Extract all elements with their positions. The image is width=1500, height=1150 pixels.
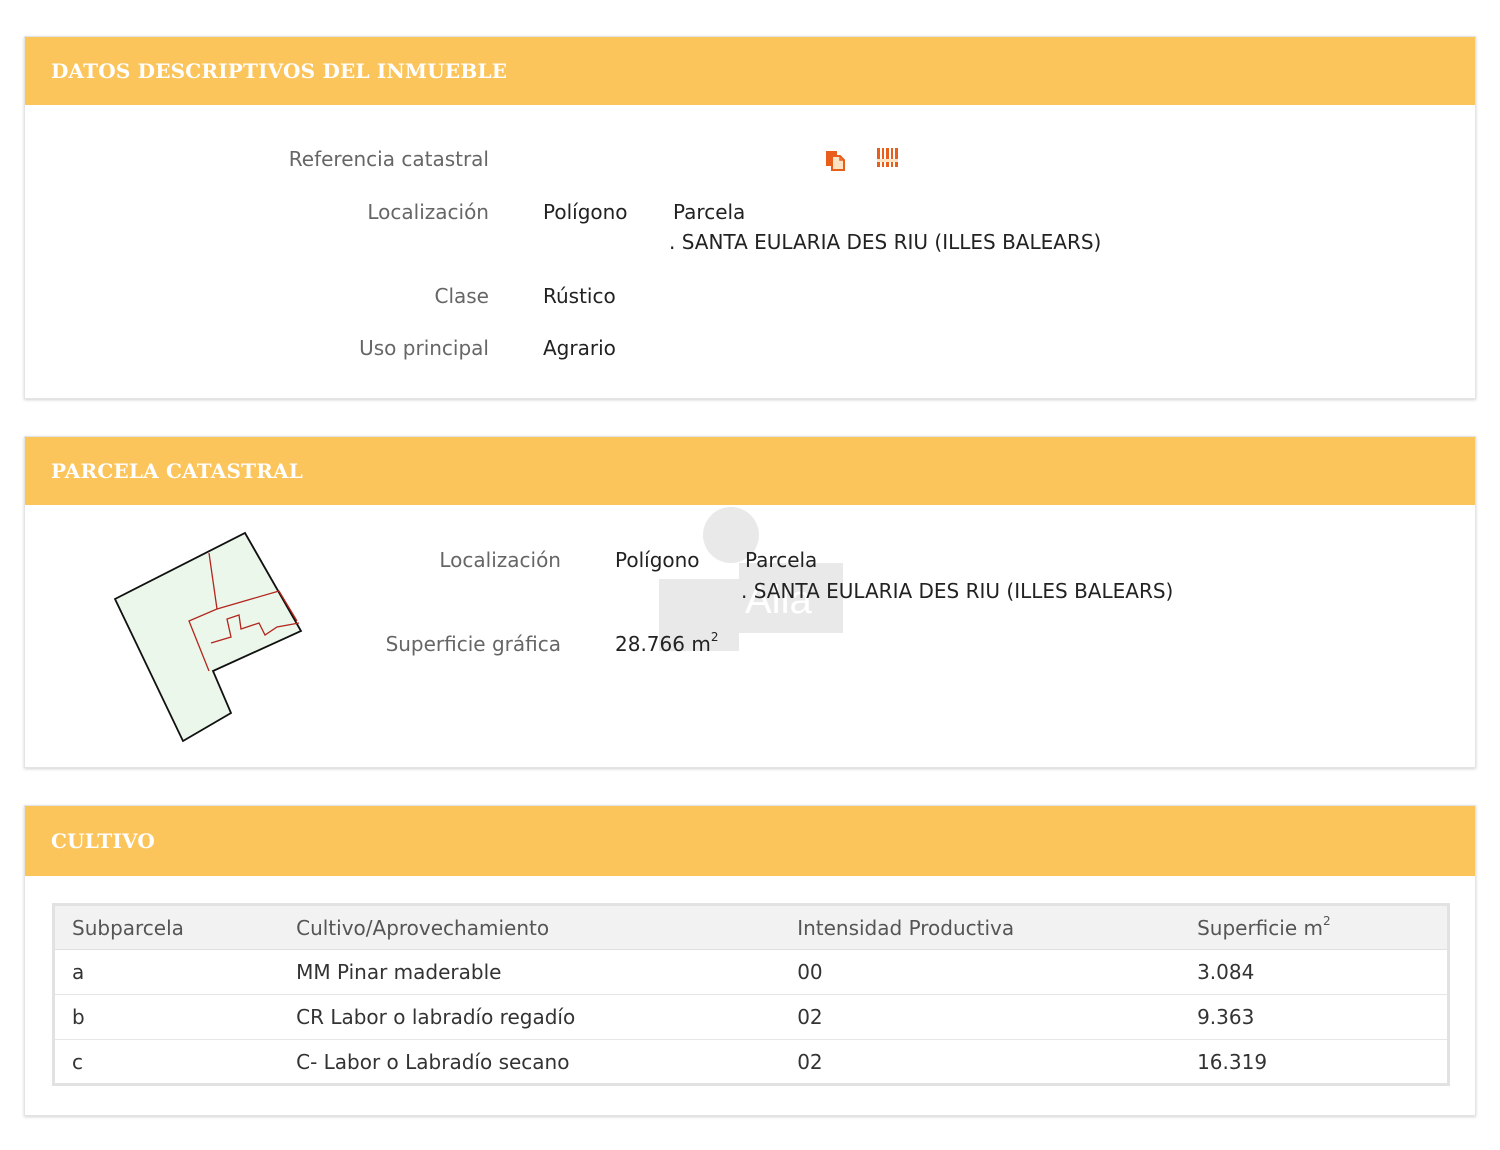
- superficie-number: 28.766 m: [615, 632, 711, 656]
- cell-intensidad: 00: [780, 949, 1181, 995]
- datos-descriptivos-header: DATOS DESCRIPTIVOS DEL INMUEBLE: [25, 37, 1475, 105]
- cell-superficie: 9.363: [1180, 994, 1449, 1040]
- cell-cultivo: C- Labor o Labradío secano: [279, 1039, 781, 1085]
- municipio-value: . SANTA EULARIA DES RIU (ILLES BALEARS): [741, 579, 1174, 603]
- panel-title: DATOS DESCRIPTIVOS DEL INMUEBLE: [51, 59, 508, 83]
- superficie-grafica-value: 28.766 m2: [615, 630, 719, 656]
- cell-superficie: 3.084: [1180, 949, 1449, 995]
- table-row: a MM Pinar maderable 00 3.084: [53, 949, 1449, 995]
- header-cultivo: Cultivo/Aprovechamiento: [279, 904, 781, 950]
- datos-descriptivos-panel: DATOS DESCRIPTIVOS DEL INMUEBLE Referenc…: [24, 36, 1476, 399]
- cell-subparcela: b: [53, 994, 280, 1040]
- cell-cultivo: CR Labor o labradío regadío: [279, 994, 781, 1040]
- header-superficie-label: Superficie m: [1197, 915, 1323, 940]
- poligono-value: Polígono: [615, 548, 700, 572]
- barcode-icon[interactable]: [875, 145, 901, 171]
- cell-intensidad: 02: [780, 1039, 1181, 1085]
- cell-intensidad: 02: [780, 994, 1181, 1040]
- cell-cultivo: MM Pinar maderable: [279, 949, 781, 995]
- superficie-grafica-label: Superficie gráfica: [385, 632, 561, 656]
- clase-label: Clase: [434, 284, 489, 308]
- parcela-catastral-header: PARCELA CATASTRAL: [25, 437, 1475, 505]
- localizacion-label: Localización: [439, 548, 561, 572]
- poligono-value: Polígono: [543, 200, 628, 224]
- header-superficie: Superficie m2: [1180, 904, 1449, 950]
- header-intensidad: Intensidad Productiva: [780, 904, 1181, 950]
- referencia-catastral-label: Referencia catastral: [288, 147, 489, 171]
- header-subparcela: Subparcela: [53, 904, 280, 950]
- uso-principal-value: Agrario: [543, 336, 616, 360]
- cultivo-table: Subparcela Cultivo/Aprovechamiento Inten…: [52, 903, 1450, 1086]
- cell-subparcela: c: [53, 1039, 280, 1085]
- watermark-logo: Alla: [659, 507, 843, 651]
- header-superficie-superscript: 2: [1322, 913, 1331, 928]
- superficie-unit-superscript: 2: [710, 630, 719, 645]
- panel-title: PARCELA CATASTRAL: [51, 459, 304, 483]
- uso-principal-label: Uso principal: [359, 336, 489, 360]
- cultivo-header: CULTIVO: [25, 806, 1475, 876]
- municipio-value: . SANTA EULARIA DES RIU (ILLES BALEARS): [669, 230, 1102, 254]
- table-row: c C- Labor o Labradío secano 02 16.319: [53, 1039, 1449, 1085]
- cultivo-panel: CULTIVO Subparcela Cultivo/Aprovechamien…: [24, 805, 1476, 1116]
- parcel-map-image: [113, 531, 303, 743]
- table-row: b CR Labor o labradío regadío 02 9.363: [53, 994, 1449, 1040]
- panel-title: CULTIVO: [51, 829, 156, 853]
- clase-value: Rústico: [543, 284, 616, 308]
- parcela-value: Parcela: [745, 548, 818, 572]
- copy-icon[interactable]: [823, 147, 849, 173]
- cell-subparcela: a: [53, 949, 280, 995]
- localizacion-label: Localización: [367, 200, 489, 224]
- table-header-row: Subparcela Cultivo/Aprovechamiento Inten…: [53, 904, 1449, 950]
- parcela-catastral-panel: PARCELA CATASTRAL Alla Localización Polí…: [24, 436, 1476, 768]
- cell-superficie: 16.319: [1180, 1039, 1449, 1085]
- parcela-value: Parcela: [673, 200, 746, 224]
